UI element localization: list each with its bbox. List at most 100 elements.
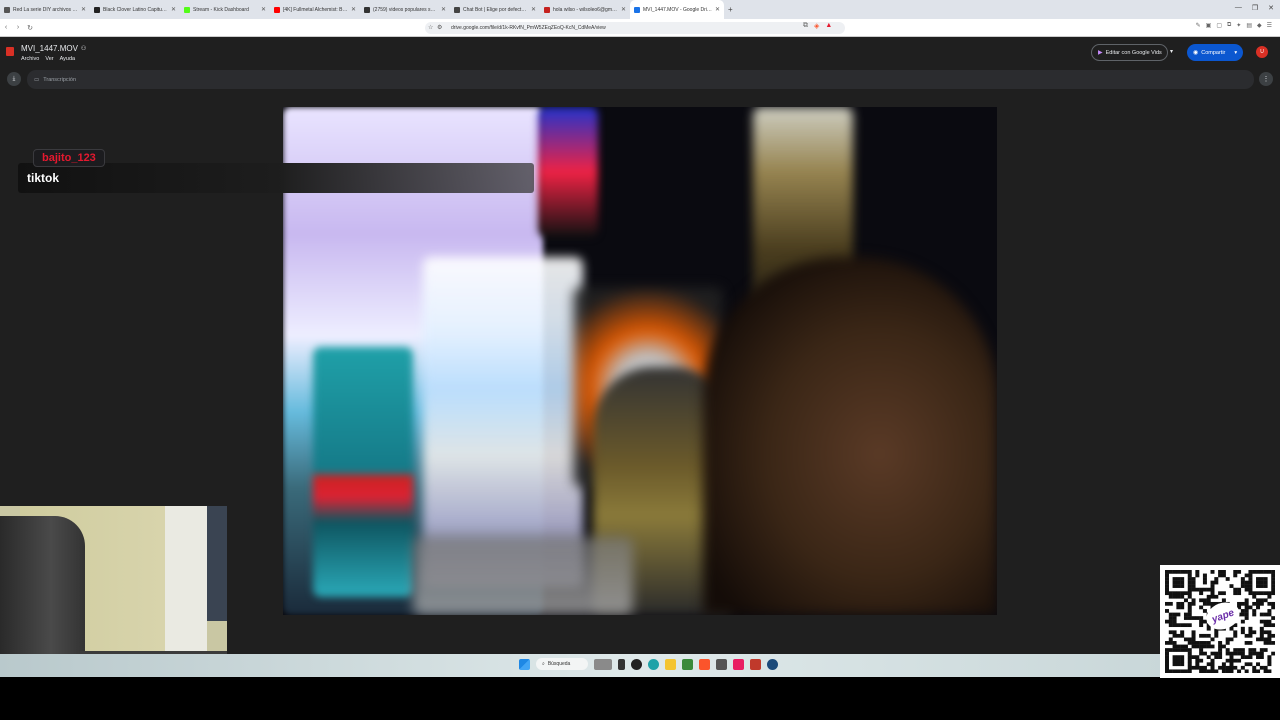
qr-module xyxy=(1218,665,1223,670)
viewer-header xyxy=(0,38,1280,67)
menu-ver[interactable]: Ver xyxy=(45,56,53,62)
qr-module xyxy=(1210,669,1215,674)
new-tab-button[interactable]: + xyxy=(728,5,733,14)
app-icon[interactable] xyxy=(716,658,727,670)
close-tab-icon[interactable]: ✕ xyxy=(351,6,356,13)
extension-icon[interactable]: ▢ xyxy=(1216,22,1222,29)
close-tab-icon[interactable]: ✕ xyxy=(715,6,720,13)
reload-button[interactable]: ↻ xyxy=(24,24,36,32)
qr-module xyxy=(1271,623,1276,628)
browser-tab[interactable]: MVI_1447.MOV - Google Drive ✕ xyxy=(630,0,724,19)
address-right-icons: ⧉ ◈ ▲ xyxy=(803,22,832,30)
widgets-icon[interactable] xyxy=(594,658,612,670)
menu-archivo[interactable]: Archivo xyxy=(21,56,39,62)
qr-module xyxy=(1225,637,1230,642)
qr-module xyxy=(1233,587,1238,592)
extension-icon[interactable]: ▤ xyxy=(1246,22,1252,29)
qr-module xyxy=(1214,651,1219,656)
edge-icon[interactable] xyxy=(648,658,659,670)
tab-favicon-icon xyxy=(544,6,550,13)
close-window-button[interactable]: ✕ xyxy=(1268,4,1274,12)
site-info-icon[interactable]: ⚙ xyxy=(437,24,442,31)
close-tab-icon[interactable]: ✕ xyxy=(261,6,266,13)
app-icon[interactable] xyxy=(733,658,744,670)
qr-module xyxy=(1263,665,1268,670)
chevron-down-icon[interactable]: ▾ xyxy=(1170,48,1173,55)
browser-tab[interactable]: Red La serie DIY archivos - PelisPlus✕ xyxy=(0,0,90,19)
more-options-icon[interactable]: ⋮ xyxy=(1259,72,1273,86)
url-input[interactable]: ☆ ⚙ drive.google.com/file/d/1k-RKvfN_PmW… xyxy=(425,22,845,34)
qr-module xyxy=(1237,648,1242,652)
qr-module xyxy=(1263,598,1268,603)
browser-tab[interactable]: hola wilso - wilsoleo6@gmail.com -✕ xyxy=(540,0,630,19)
qr-module xyxy=(1259,637,1264,642)
menu-icon[interactable]: ☰ xyxy=(1267,22,1272,29)
close-tab-icon[interactable]: ✕ xyxy=(621,6,626,13)
qr-module xyxy=(1210,665,1215,670)
brave-shield-icon[interactable]: ◈ xyxy=(814,22,819,30)
steam-icon[interactable] xyxy=(767,658,778,670)
close-tab-icon[interactable]: ✕ xyxy=(531,6,536,13)
edit-with-vids-button[interactable]: ▶ Editar con Google Vids xyxy=(1091,44,1168,61)
qr-module xyxy=(1263,648,1268,652)
browser-tab[interactable]: [4K] Fullmetal Alchemist: Brotherhood✕ xyxy=(270,0,360,19)
qr-module xyxy=(1172,630,1177,635)
qr-module xyxy=(1225,669,1230,674)
maximize-button[interactable]: ❐ xyxy=(1252,4,1258,12)
browser-tab[interactable]: Black Clover Latino Capitulo 163 - Ver✕ xyxy=(90,0,180,19)
folder-icon[interactable] xyxy=(665,658,676,670)
menu-ayuda[interactable]: Ayuda xyxy=(60,56,76,62)
browser-tab[interactable]: Stream - Kick Dashboard ✕ xyxy=(180,0,270,19)
qr-module xyxy=(1267,609,1272,613)
qr-module xyxy=(1256,651,1261,656)
store-icon[interactable] xyxy=(682,658,693,670)
taskbar-search[interactable]: ⌕ Búsqueda xyxy=(536,658,588,670)
bookmark-icon[interactable]: ☆ xyxy=(428,24,433,31)
qr-module xyxy=(1180,669,1185,674)
qr-module xyxy=(1199,665,1204,670)
share-page-icon[interactable]: ⧉ xyxy=(803,22,808,30)
qr-module xyxy=(1248,591,1253,596)
file-explorer-icon[interactable] xyxy=(618,658,625,670)
brave-rewards-icon[interactable]: ▲ xyxy=(825,22,832,30)
qr-module xyxy=(1191,577,1196,581)
qr-module xyxy=(1202,651,1207,656)
brave-icon[interactable] xyxy=(699,658,710,670)
tab-favicon-icon xyxy=(454,6,460,13)
tab-favicon-icon xyxy=(364,6,370,13)
close-tab-icon[interactable]: ✕ xyxy=(171,6,176,13)
qr-module xyxy=(1199,658,1204,663)
share-button[interactable]: ◉ Compartir ▾ xyxy=(1187,44,1243,61)
avatar[interactable]: U xyxy=(1256,46,1268,58)
extension-icon[interactable]: ▣ xyxy=(1206,22,1212,29)
qr-module xyxy=(1237,570,1242,574)
qr-module xyxy=(1237,591,1242,596)
windows-start-icon[interactable] xyxy=(519,658,530,670)
qr-module xyxy=(1259,570,1264,574)
qr-module xyxy=(1240,609,1245,613)
app-icon[interactable] xyxy=(750,658,761,670)
qr-module xyxy=(1199,591,1204,596)
qr-module xyxy=(1271,587,1276,592)
tab-title: Stream - Kick Dashboard xyxy=(193,6,249,13)
browser-tab[interactable]: (2759) videos populares seleccionados✕ xyxy=(360,0,450,19)
extension-icon[interactable]: ✎ xyxy=(1196,22,1201,29)
close-tab-icon[interactable]: ✕ xyxy=(81,6,86,13)
close-tab-icon[interactable]: ✕ xyxy=(441,6,446,13)
qr-module xyxy=(1199,669,1204,674)
obs-icon[interactable] xyxy=(631,658,642,670)
taskbar-icons: ⌕ Búsqueda xyxy=(519,658,778,670)
extension-icon[interactable]: ⧉ xyxy=(1227,22,1231,29)
minimize-button[interactable]: — xyxy=(1235,4,1242,12)
extension-icon[interactable]: ◆ xyxy=(1257,22,1262,29)
qr-module xyxy=(1180,630,1185,635)
qr-module xyxy=(1218,570,1223,574)
extension-icon[interactable]: ✦ xyxy=(1236,22,1241,29)
download-icon[interactable]: ⤓ xyxy=(7,72,21,86)
forward-button[interactable]: › xyxy=(12,24,24,31)
browser-tab[interactable]: Chat Bot | Elige por defecto para pro✕ xyxy=(450,0,540,19)
qr-module xyxy=(1244,587,1249,592)
qr-module xyxy=(1248,580,1253,585)
transcript-field[interactable]: ▭ Transcripción xyxy=(27,70,1254,89)
back-button[interactable]: ‹ xyxy=(0,24,12,31)
